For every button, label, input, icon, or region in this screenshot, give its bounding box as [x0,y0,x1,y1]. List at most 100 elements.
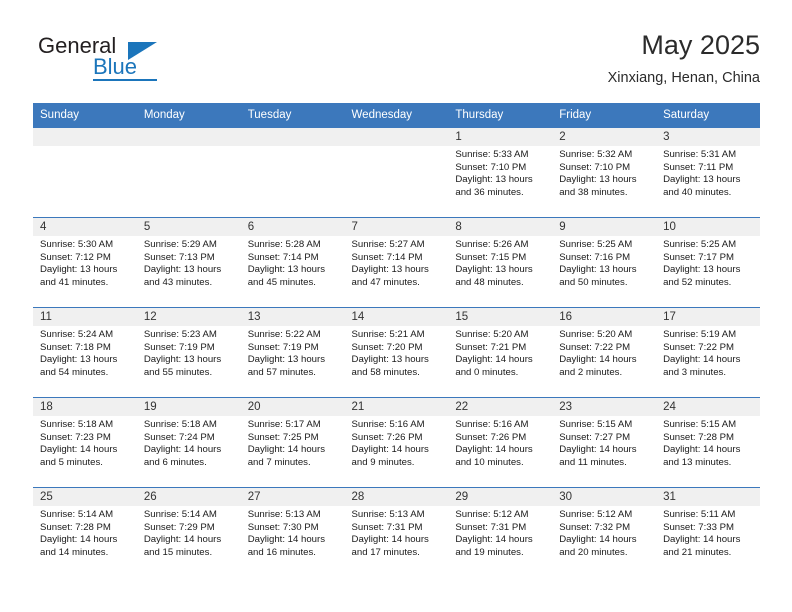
daylight-text-line1: Daylight: 14 hours [143,534,222,546]
calendar-day-cell[interactable]: 26 Sunrise: 5:14 AM Sunset: 7:29 PM Dayligh… [136,487,241,577]
calendar-day-cell[interactable]: 10 Sunrise: 5:25 AM Sunset: 7:17 PM Dayligh… [656,217,760,308]
sunrise-text: Sunrise: 5:18 AM [143,419,217,430]
calendar-day-cell[interactable]: 22 Sunrise: 5:16 AM Sunset: 7:26 PM Dayligh… [448,397,553,488]
sunset-text: Sunset: 7:14 PM [247,251,319,263]
daylight-text-line1: Daylight: 14 hours [559,534,637,546]
day-details: Sunrise: 5:13 AM Sunset: 7:31 PM Daylight:… [345,506,449,559]
sunrise-text: Sunrise: 5:33 AM [455,149,529,160]
day-number: 17 [656,308,760,326]
daylight-text-line1: Daylight: 14 hours [247,444,326,456]
calendar-week-row: 18 Sunrise: 5:18 AM Sunset: 7:23 PM Dayligh… [33,397,760,488]
day-details: Sunrise: 5:18 AM Sunset: 7:24 PM Daylight:… [137,416,241,469]
calendar-day-cell[interactable]: 5 Sunrise: 5:29 AM Sunset: 7:13 PM Daylight… [136,217,241,308]
daylight-text-line2: and 38 minutes. [559,186,628,198]
sunrise-text: Sunrise: 5:20 AM [559,329,633,340]
calendar-day-cell[interactable]: 28 Sunrise: 5:13 AM Sunset: 7:31 PM Dayligh… [344,487,449,577]
sunset-text: Sunset: 7:12 PM [40,251,111,263]
day-details: Sunrise: 5:15 AM Sunset: 7:28 PM Daylight:… [656,416,760,469]
day-number: 11 [33,308,137,326]
sunset-text: Sunset: 7:26 PM [351,431,423,443]
daylight-text-line1: Daylight: 13 hours [40,264,118,276]
calendar-day-cell[interactable]: 23 Sunrise: 5:15 AM Sunset: 7:27 PM Dayligh… [552,397,657,488]
calendar-day-cell[interactable]: 3 Sunrise: 5:31 AM Sunset: 7:11 PM Daylight… [656,127,760,218]
daylight-text-line1: Daylight: 13 hours [455,174,533,186]
daylight-text-line2: and 2 minutes. [559,366,623,378]
day-cell-inner: 27 Sunrise: 5:13 AM Sunset: 7:30 PM Dayligh… [240,488,345,577]
daylight-text-line2: and 55 minutes. [143,366,213,378]
day-details: Sunrise: 5:24 AM Sunset: 7:18 PM Daylight:… [33,326,137,379]
daylight-text-line2: and 10 minutes. [455,456,524,468]
sunrise-text: Sunrise: 5:26 AM [455,239,529,250]
sunrise-text: Sunrise: 5:19 AM [663,329,737,340]
calendar-day-cell[interactable]: 31 Sunrise: 5:11 AM Sunset: 7:33 PM Dayligh… [656,487,760,577]
day-details: Sunrise: 5:14 AM Sunset: 7:28 PM Daylight:… [33,506,137,559]
daylight-text-line1: Daylight: 13 hours [559,264,637,276]
day-details: Sunrise: 5:16 AM Sunset: 7:26 PM Daylight:… [345,416,449,469]
sunset-text: Sunset: 7:33 PM [663,521,734,533]
daylight-text-line1: Daylight: 14 hours [663,354,741,366]
day-number: 30 [552,488,657,506]
day-number: 9 [552,218,657,236]
sunset-text: Sunset: 7:13 PM [143,251,215,263]
calendar-day-cell[interactable]: 11 Sunrise: 5:24 AM Sunset: 7:18 PM Dayligh… [33,307,137,398]
sunrise-text: Sunrise: 5:18 AM [40,419,114,430]
calendar-day-cell[interactable]: 19 Sunrise: 5:18 AM Sunset: 7:24 PM Dayligh… [136,397,241,488]
calendar-day-cell[interactable]: 15 Sunrise: 5:20 AM Sunset: 7:21 PM Dayligh… [448,307,553,398]
sunrise-text: Sunrise: 5:24 AM [40,329,114,340]
daylight-text-line2: and 52 minutes. [663,276,732,288]
calendar-page: General Blue May 2025 Xinxiang, Henan, C… [0,0,792,612]
daylight-text-line2: and 15 minutes. [143,546,213,558]
day-details: Sunrise: 5:17 AM Sunset: 7:25 PM Daylight:… [241,416,345,469]
sunset-text: Sunset: 7:22 PM [663,341,734,353]
day-cell-inner [33,128,137,217]
calendar-day-cell[interactable]: 29 Sunrise: 5:12 AM Sunset: 7:31 PM Dayligh… [448,487,553,577]
weekday-header-saturday: Saturday [656,103,760,128]
calendar-day-cell[interactable]: 4 Sunrise: 5:30 AM Sunset: 7:12 PM Daylight… [33,217,137,308]
day-cell-inner: 13 Sunrise: 5:22 AM Sunset: 7:19 PM Dayligh… [240,308,345,397]
sunrise-text: Sunrise: 5:13 AM [247,509,321,520]
daylight-text-line2: and 47 minutes. [351,276,420,288]
calendar-day-cell[interactable]: 2 Sunrise: 5:32 AM Sunset: 7:10 PM Daylight… [552,127,657,218]
calendar-day-cell[interactable]: 13 Sunrise: 5:22 AM Sunset: 7:19 PM Dayligh… [240,307,345,398]
daylight-text-line2: and 19 minutes. [455,546,524,558]
calendar-day-cell[interactable]: 12 Sunrise: 5:23 AM Sunset: 7:19 PM Dayligh… [136,307,241,398]
calendar-week-row: 1 Sunrise: 5:33 AM Sunset: 7:10 PM Daylight… [33,127,760,218]
day-cell-inner: 19 Sunrise: 5:18 AM Sunset: 7:24 PM Dayligh… [136,398,241,487]
daylight-text-line2: and 9 minutes. [351,456,415,468]
calendar-day-cell[interactable]: 25 Sunrise: 5:14 AM Sunset: 7:28 PM Dayligh… [33,487,137,577]
calendar-day-cell[interactable]: 1 Sunrise: 5:33 AM Sunset: 7:10 PM Daylight… [448,127,553,218]
sunset-text: Sunset: 7:18 PM [40,341,111,353]
day-cell-inner: 31 Sunrise: 5:11 AM Sunset: 7:33 PM Dayligh… [656,488,760,577]
calendar-day-cell[interactable]: 6 Sunrise: 5:28 AM Sunset: 7:14 PM Daylight… [240,217,345,308]
daylight-text-line1: Daylight: 13 hours [351,354,429,366]
day-number: 19 [136,398,241,416]
calendar-day-cell[interactable]: 27 Sunrise: 5:13 AM Sunset: 7:30 PM Dayligh… [240,487,345,577]
calendar-day-cell[interactable]: 14 Sunrise: 5:21 AM Sunset: 7:20 PM Dayligh… [344,307,449,398]
calendar-day-cell[interactable]: 18 Sunrise: 5:18 AM Sunset: 7:23 PM Dayligh… [33,397,137,488]
sunset-text: Sunset: 7:29 PM [143,521,215,533]
general-blue-logo[interactable]: General Blue [33,34,243,90]
calendar-day-cell[interactable]: 21 Sunrise: 5:16 AM Sunset: 7:26 PM Dayligh… [344,397,449,488]
calendar-day-cell[interactable]: 8 Sunrise: 5:26 AM Sunset: 7:15 PM Daylight… [448,217,553,308]
day-cell-inner: 11 Sunrise: 5:24 AM Sunset: 7:18 PM Dayligh… [33,308,137,397]
daylight-text-line2: and 21 minutes. [663,546,732,558]
calendar-day-cell[interactable]: 7 Sunrise: 5:27 AM Sunset: 7:14 PM Daylight… [344,217,449,308]
calendar-day-cell[interactable]: 20 Sunrise: 5:17 AM Sunset: 7:25 PM Dayligh… [240,397,345,488]
daylight-text-line1: Daylight: 14 hours [351,444,429,456]
calendar-day-cell[interactable]: 24 Sunrise: 5:15 AM Sunset: 7:28 PM Dayligh… [656,397,760,488]
calendar-day-cell-empty [33,127,137,218]
sunrise-text: Sunrise: 5:13 AM [351,509,425,520]
sunset-text: Sunset: 7:10 PM [559,161,631,173]
daylight-text-line1: Daylight: 14 hours [663,444,741,456]
day-number: 6 [240,218,345,236]
sunset-text: Sunset: 7:20 PM [351,341,423,353]
calendar-day-cell[interactable]: 17 Sunrise: 5:19 AM Sunset: 7:22 PM Dayligh… [656,307,760,398]
calendar-day-cell[interactable]: 30 Sunrise: 5:12 AM Sunset: 7:32 PM Dayligh… [552,487,657,577]
sunrise-text: Sunrise: 5:12 AM [559,509,633,520]
weekday-header-thursday: Thursday [448,103,553,128]
sunset-text: Sunset: 7:24 PM [143,431,215,443]
calendar-day-cell[interactable]: 9 Sunrise: 5:25 AM Sunset: 7:16 PM Daylight… [552,217,657,308]
day-number: 24 [656,398,760,416]
calendar-day-cell[interactable]: 16 Sunrise: 5:20 AM Sunset: 7:22 PM Dayligh… [552,307,657,398]
day-number: 1 [448,128,553,146]
